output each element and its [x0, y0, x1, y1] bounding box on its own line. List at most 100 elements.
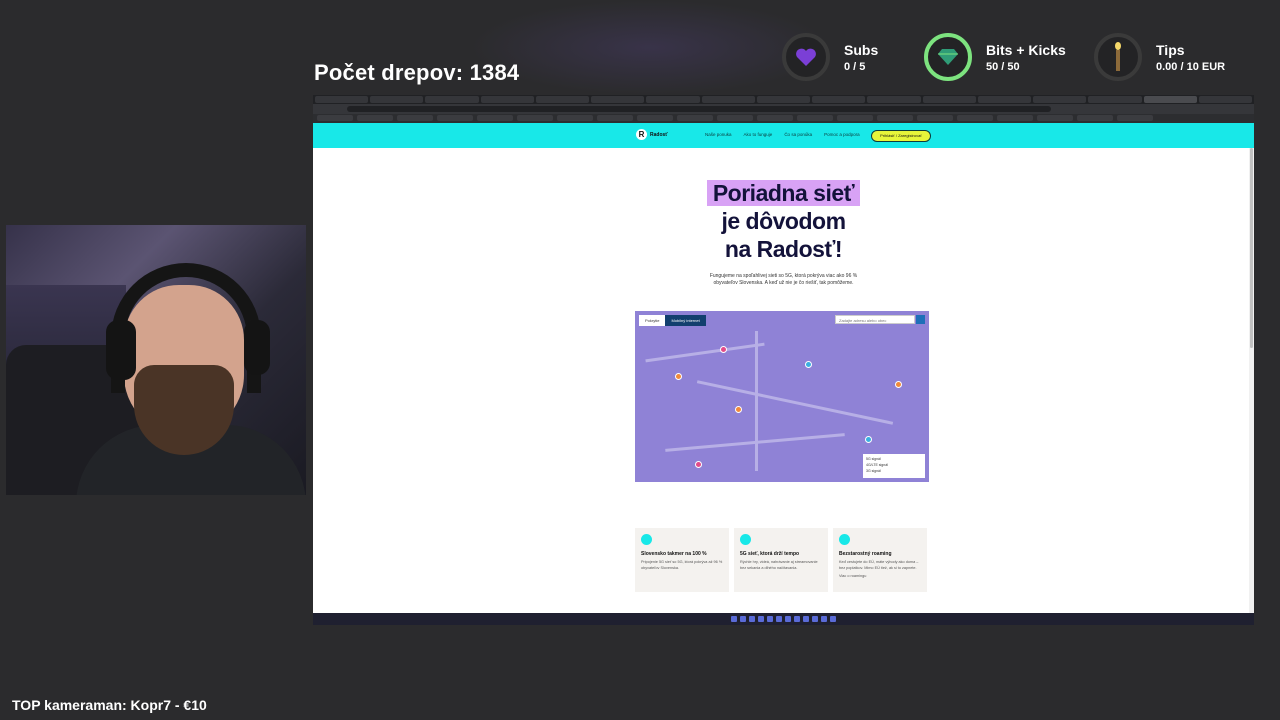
- browser-tab[interactable]: [1088, 96, 1142, 103]
- browser-tab[interactable]: [812, 96, 866, 103]
- map-pin[interactable]: [865, 436, 872, 443]
- bookmark[interactable]: [957, 115, 993, 121]
- feature-cards: Slovensko takmer na 100 % Pripojenie 5G …: [635, 528, 927, 592]
- taskbar-app-icon[interactable]: [794, 616, 800, 622]
- card-desc: Keď cestujete do EÚ, máte výhody ako dom…: [839, 560, 919, 570]
- map-pin[interactable]: [805, 361, 812, 368]
- bookmark[interactable]: [757, 115, 793, 121]
- browser-tab[interactable]: [867, 96, 921, 103]
- card-link[interactable]: Viac o roamingu: [839, 574, 921, 580]
- card-title: Bezstarostný roaming: [839, 551, 892, 557]
- gem-icon: [924, 33, 972, 81]
- map-road: [696, 380, 894, 425]
- map-search-input[interactable]: Zadajte adresu alebo obec: [835, 315, 915, 324]
- taskbar-app-icon[interactable]: [812, 616, 818, 622]
- map-pin[interactable]: [675, 373, 682, 380]
- map-road: [755, 331, 758, 471]
- page-scrollbar[interactable]: [1249, 148, 1254, 625]
- bookmark[interactable]: [837, 115, 873, 121]
- taskbar-app-icon[interactable]: [776, 616, 782, 622]
- bookmark[interactable]: [797, 115, 833, 121]
- url-field[interactable]: [347, 106, 1051, 112]
- card-title: 5G sieť, ktorá drží tempo: [740, 551, 800, 557]
- goal-value: 0.00 / 10 EUR: [1156, 60, 1226, 73]
- coverage-map[interactable]: Pokrytie Mobilný internet Zadajte adresu…: [635, 311, 929, 482]
- map-pin[interactable]: [695, 461, 702, 468]
- feature-card: Slovensko takmer na 100 % Pripojenie 5G …: [635, 528, 729, 592]
- goal-tips: Tips 0.00 / 10 EUR: [1094, 33, 1225, 81]
- map-tab-mobile-internet[interactable]: Mobilný internet: [665, 315, 706, 326]
- bookmark[interactable]: [1077, 115, 1113, 121]
- site-nav: R Radosť Naše ponuka Ako to funguje Čo s…: [313, 123, 1254, 148]
- browser-tab[interactable]: [1033, 96, 1087, 103]
- bookmark[interactable]: [437, 115, 473, 121]
- browser-tab[interactable]: [535, 96, 590, 103]
- background-blur: [470, 0, 830, 95]
- taskbar-app-icon[interactable]: [821, 616, 827, 622]
- nav-link[interactable]: Naše ponuka: [705, 132, 732, 137]
- browser-tab[interactable]: [370, 96, 424, 103]
- map-pin[interactable]: [735, 406, 742, 413]
- nav-link[interactable]: Čo sa ponúka: [784, 132, 812, 137]
- bookmark[interactable]: [1037, 115, 1073, 121]
- bookmark[interactable]: [877, 115, 913, 121]
- browser-tab[interactable]: [591, 96, 645, 103]
- nav-link[interactable]: Pomoc a podpora: [824, 132, 860, 137]
- bookmark[interactable]: [997, 115, 1033, 121]
- bookmark[interactable]: [917, 115, 953, 121]
- screen-share: R Radosť Naše ponuka Ako to funguje Čo s…: [313, 95, 1254, 625]
- map-tab-coverage[interactable]: Pokrytie: [639, 315, 666, 326]
- candle-icon: [1094, 33, 1142, 81]
- scroll-thumb[interactable]: [1250, 148, 1253, 348]
- browser-tab[interactable]: [646, 96, 700, 103]
- taskbar-app-icon[interactable]: [740, 616, 746, 622]
- start-icon[interactable]: [731, 616, 737, 622]
- map-search-icon[interactable]: [916, 315, 925, 324]
- bookmark[interactable]: [317, 115, 353, 121]
- taskbar-app-icon[interactable]: [767, 616, 773, 622]
- browser-tab[interactable]: [315, 96, 369, 103]
- browser-tab[interactable]: [756, 96, 811, 103]
- bookmark[interactable]: [1117, 115, 1153, 121]
- browser-tab[interactable]: [701, 96, 755, 103]
- bookmark[interactable]: [557, 115, 593, 121]
- feature-card: 5G sieť, ktorá drží tempo Rýchle hry, vi…: [734, 528, 828, 592]
- map-pin[interactable]: [720, 346, 727, 353]
- address-bar: [313, 104, 1254, 114]
- map-pin[interactable]: [895, 381, 902, 388]
- browser-tab-active[interactable]: [1143, 96, 1197, 103]
- map-road: [645, 342, 765, 363]
- taskbar-app-icon[interactable]: [830, 616, 836, 622]
- site-logo[interactable]: R Radosť: [636, 129, 668, 140]
- cta-button[interactable]: Prihlásiť / Zaregistrovať: [871, 130, 931, 142]
- taskbar-app-icon[interactable]: [803, 616, 809, 622]
- taskbar-app-icon[interactable]: [758, 616, 764, 622]
- goal-value: 50 / 50: [986, 60, 1020, 73]
- browser-tab[interactable]: [425, 96, 479, 103]
- taskbar-app-icon[interactable]: [785, 616, 791, 622]
- goal-title: Subs: [844, 41, 879, 58]
- bookmark[interactable]: [357, 115, 393, 121]
- browser-tab[interactable]: [480, 96, 534, 103]
- bookmark[interactable]: [517, 115, 553, 121]
- headline-line-1: Poriadna sieť: [706, 180, 861, 206]
- bookmark[interactable]: [677, 115, 713, 121]
- bookmark[interactable]: [597, 115, 633, 121]
- bookmark[interactable]: [397, 115, 433, 121]
- taskbar-app-icon[interactable]: [749, 616, 755, 622]
- bookmark[interactable]: [477, 115, 513, 121]
- headphone-cup-left: [106, 320, 136, 380]
- browser-tab-strip: [313, 95, 1254, 104]
- browser-tab[interactable]: [977, 96, 1032, 103]
- goal-subs: Subs 0 / 5: [782, 33, 878, 81]
- card-desc: Rýchle hry, videá, nahrávanie aj streamo…: [740, 560, 818, 570]
- bookmark[interactable]: [637, 115, 673, 121]
- browser-tab[interactable]: [922, 96, 976, 103]
- goal-title: Tips: [1156, 41, 1185, 58]
- headline-line-2: je dôvodom: [721, 208, 846, 234]
- browser-tab[interactable]: [1198, 96, 1252, 103]
- card-desc: Pripojenie 5G sieť so 5G, ktorá pokrýva …: [641, 560, 723, 570]
- nav-link[interactable]: Ako to funguje: [744, 132, 773, 137]
- bookmark[interactable]: [717, 115, 753, 121]
- squat-counter: Počet drepov: 1384: [314, 60, 520, 85]
